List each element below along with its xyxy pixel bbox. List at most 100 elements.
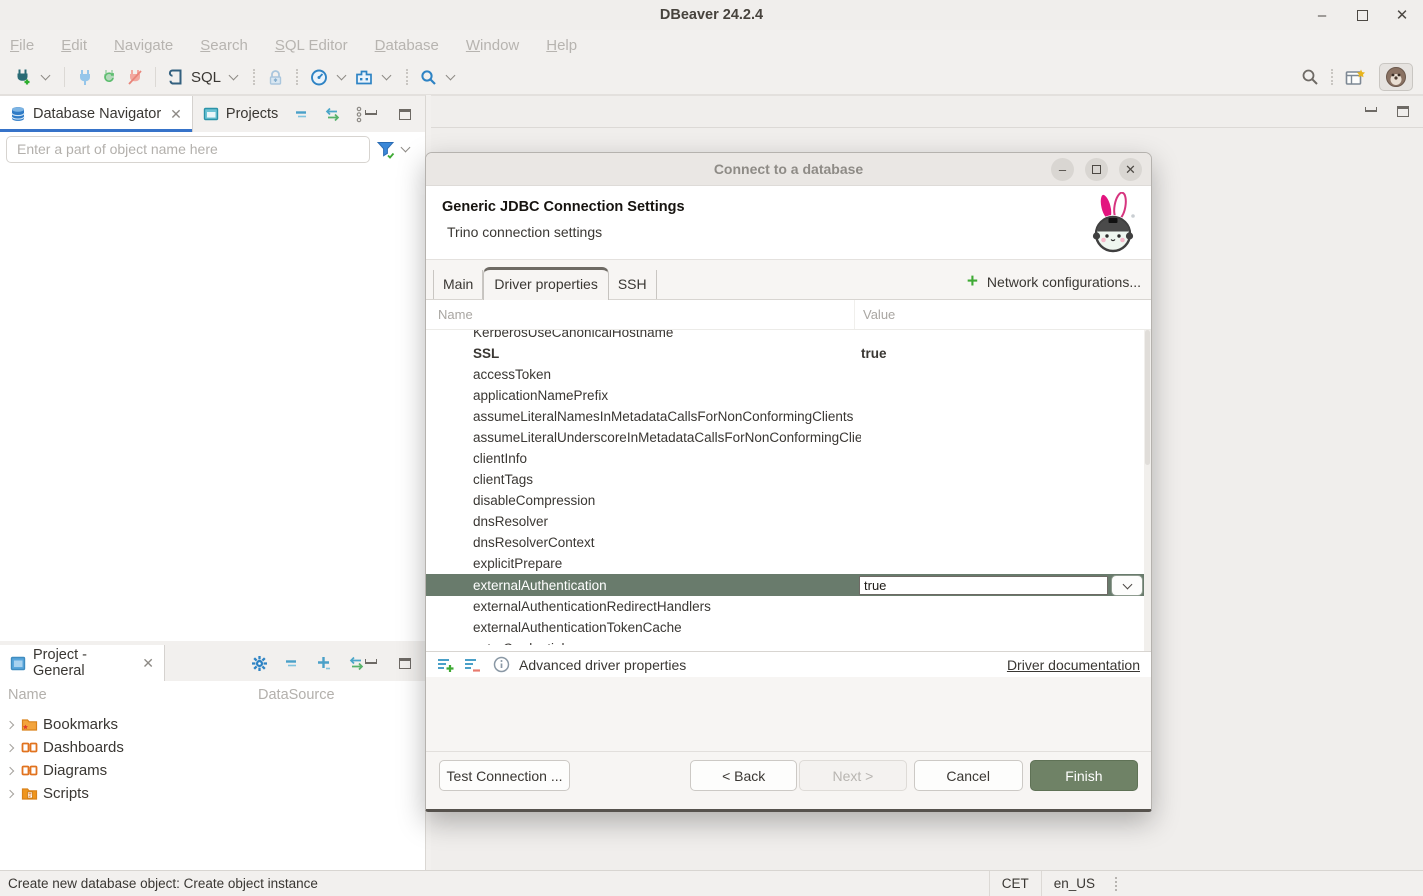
tab-driver-properties[interactable]: Driver properties: [483, 267, 608, 300]
remove-property-icon[interactable]: [464, 657, 480, 673]
dashboard-dropdown[interactable]: [331, 64, 352, 90]
table-row[interactable]: KerberosUseCanonicalHostname: [426, 330, 1151, 343]
lock-button[interactable]: [264, 64, 287, 90]
link-with-editor-icon[interactable]: [348, 656, 365, 671]
connect-button[interactable]: [73, 64, 97, 90]
object-filter-input[interactable]: [6, 136, 370, 163]
window-title: DBeaver 24.2.4: [660, 7, 763, 23]
expand-caret-icon[interactable]: [6, 789, 14, 797]
tree-item-bookmarks[interactable]: Bookmarks: [0, 713, 425, 736]
quick-search-button[interactable]: [1298, 64, 1322, 90]
reconnect-button[interactable]: [97, 64, 123, 90]
disconnect-plug-icon: [126, 68, 144, 86]
open-perspective-button[interactable]: [1342, 64, 1369, 90]
property-value-input[interactable]: [859, 576, 1108, 595]
menu-help[interactable]: Help: [546, 37, 577, 54]
column-datasource[interactable]: DataSource: [258, 687, 335, 703]
new-connection-button[interactable]: [10, 64, 35, 90]
window-minimize-button[interactable]: –: [1315, 8, 1329, 22]
column-name[interactable]: Name: [426, 307, 854, 322]
dialog-close-button[interactable]: ✕: [1119, 158, 1142, 181]
tree-item-scripts[interactable]: Scripts: [0, 782, 425, 805]
locale-indicator[interactable]: en_US: [1041, 871, 1107, 896]
table-row[interactable]: assumeLiteralUnderscoreInMetadataCallsFo…: [426, 427, 1151, 448]
table-row[interactable]: externalAuthenticationRedirectHandlers: [426, 596, 1151, 617]
window-maximize-button[interactable]: [1355, 8, 1369, 22]
back-button[interactable]: < Back: [690, 760, 797, 791]
user-profile-button[interactable]: [1379, 63, 1413, 91]
column-value[interactable]: Value: [854, 300, 1151, 329]
dashboard-button[interactable]: [307, 64, 331, 90]
menu-edit[interactable]: Edit: [61, 37, 87, 54]
minimize-view-icon[interactable]: [365, 659, 377, 664]
finish-button[interactable]: Finish: [1030, 760, 1138, 791]
table-row[interactable]: extraCredentials: [426, 638, 1151, 645]
maximize-view-icon[interactable]: [399, 109, 411, 120]
table-row[interactable]: clientTags: [426, 469, 1151, 490]
menu-navigate[interactable]: Navigate: [114, 37, 173, 54]
maximize-view-icon[interactable]: [1397, 106, 1409, 117]
tree-item-dashboards[interactable]: Dashboards: [0, 736, 425, 759]
table-row[interactable]: SSL true: [426, 343, 1151, 364]
menu-search[interactable]: Search: [200, 37, 248, 54]
network-configurations-button[interactable]: + Network configurations...: [967, 274, 1141, 290]
tree-item-diagrams[interactable]: Diagrams: [0, 759, 425, 782]
window-close-button[interactable]: ✕: [1395, 8, 1409, 22]
link-with-editor-icon[interactable]: [324, 107, 341, 122]
menu-database[interactable]: Database: [375, 37, 439, 54]
connect-database-dialog: Connect to a database – ✕ Generic JDBC C…: [425, 152, 1152, 812]
table-row[interactable]: assumeLiteralNamesInMetadataCallsForNonC…: [426, 406, 1151, 427]
tab-database-navigator[interactable]: Database Navigator ✕: [0, 96, 193, 132]
test-connection-button[interactable]: Test Connection ...: [439, 760, 570, 791]
expand-all-icon[interactable]: [316, 655, 332, 671]
close-icon[interactable]: ✕: [170, 106, 182, 123]
table-row[interactable]: externalAuthenticationTokenCache: [426, 617, 1151, 638]
menu-sql-editor[interactable]: SQL Editor: [275, 37, 348, 54]
column-name[interactable]: Name: [0, 687, 258, 703]
tab-main[interactable]: Main: [433, 270, 483, 299]
minimize-view-icon[interactable]: [1365, 107, 1377, 112]
chevron-down-icon[interactable]: [401, 143, 411, 153]
maximize-view-icon[interactable]: [399, 658, 411, 669]
dialog-titlebar[interactable]: Connect to a database – ✕: [426, 153, 1151, 186]
view-menu-icon[interactable]: [355, 106, 363, 123]
gear-icon[interactable]: [251, 655, 268, 672]
table-row[interactable]: accessToken: [426, 364, 1151, 385]
table-row[interactable]: explicitPrepare: [426, 553, 1151, 574]
transaction-mode-button[interactable]: [352, 64, 376, 90]
dialog-maximize-button[interactable]: [1085, 158, 1108, 181]
search-objects-button[interactable]: [417, 64, 440, 90]
tab-project-general[interactable]: Project - General ✕: [0, 645, 165, 681]
table-row[interactable]: dnsResolver: [426, 511, 1151, 532]
sql-editor-dropdown[interactable]: [223, 64, 244, 90]
table-row-selected[interactable]: externalAuthentication: [426, 574, 1144, 596]
tab-ssh[interactable]: SSH: [609, 270, 657, 299]
new-connection-dropdown[interactable]: [35, 64, 56, 90]
search-objects-dropdown[interactable]: [440, 64, 461, 90]
close-icon[interactable]: ✕: [142, 655, 154, 672]
expand-caret-icon[interactable]: [6, 720, 14, 728]
expand-caret-icon[interactable]: [6, 743, 14, 751]
new-sql-editor-button[interactable]: [164, 64, 187, 90]
transaction-mode-dropdown[interactable]: [376, 64, 397, 90]
table-row[interactable]: clientInfo: [426, 448, 1151, 469]
filter-funnel-icon[interactable]: [376, 140, 396, 159]
tab-projects[interactable]: Projects: [193, 96, 288, 132]
menu-file[interactable]: File: [10, 37, 34, 54]
collapse-all-icon[interactable]: [294, 107, 310, 121]
expand-caret-icon[interactable]: [6, 766, 14, 774]
add-property-icon[interactable]: [437, 657, 455, 673]
table-row[interactable]: applicationNamePrefix: [426, 385, 1151, 406]
disconnect-button[interactable]: [123, 64, 147, 90]
dialog-minimize-button[interactable]: –: [1051, 158, 1074, 181]
driver-documentation-link[interactable]: Driver documentation: [1007, 657, 1140, 673]
table-scrollbar[interactable]: [1144, 330, 1151, 651]
cancel-button[interactable]: Cancel: [914, 760, 1023, 791]
collapse-all-icon[interactable]: [284, 656, 300, 670]
value-dropdown-button[interactable]: [1111, 575, 1143, 596]
minimize-view-icon[interactable]: [365, 110, 377, 115]
table-row[interactable]: dnsResolverContext: [426, 532, 1151, 553]
timezone-indicator[interactable]: CET: [989, 871, 1041, 896]
menu-window[interactable]: Window: [466, 37, 519, 54]
table-row[interactable]: disableCompression: [426, 490, 1151, 511]
